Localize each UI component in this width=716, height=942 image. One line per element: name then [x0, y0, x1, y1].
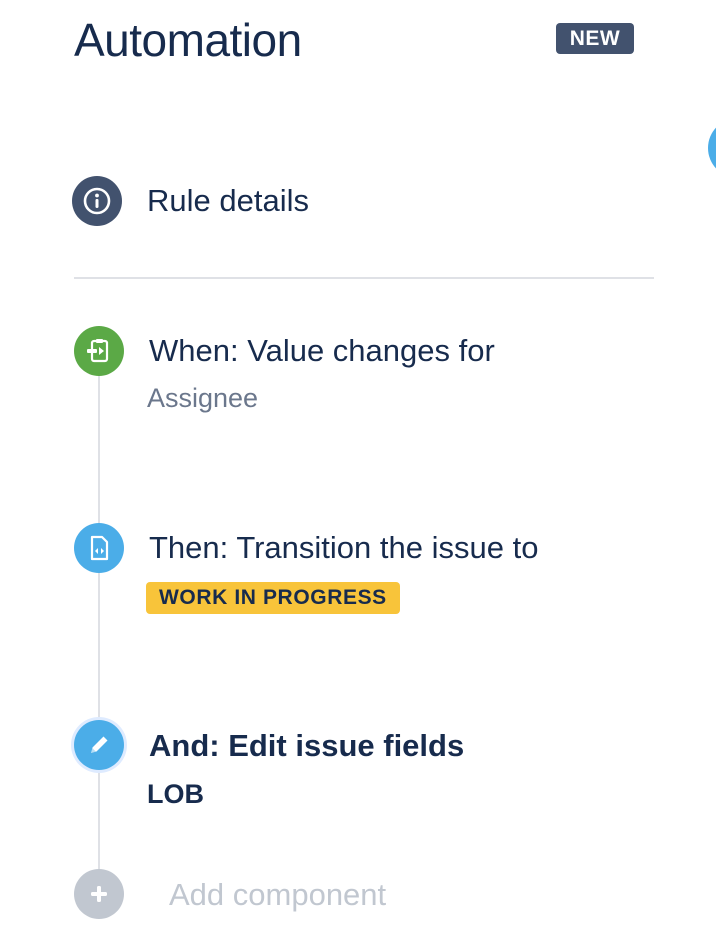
new-badge: NEW: [556, 23, 634, 54]
pencil-icon[interactable]: [74, 720, 124, 770]
status-lozenge: WORK IN PROGRESS: [146, 582, 400, 614]
add-component-button[interactable]: Add component: [169, 875, 386, 915]
rule-details-link[interactable]: Rule details: [147, 181, 309, 221]
trigger-step-title[interactable]: When: Value changes for: [149, 331, 495, 371]
trigger-icon[interactable]: [74, 326, 124, 376]
automation-panel: Automation NEW Rule details When: Value …: [0, 0, 716, 942]
plus-icon[interactable]: [74, 869, 124, 919]
edit-fields-step-title[interactable]: And: Edit issue fields: [149, 726, 464, 766]
page-title: Automation: [74, 14, 302, 66]
info-icon[interactable]: [72, 176, 122, 226]
transition-icon[interactable]: [74, 523, 124, 573]
timeline-connector: [98, 330, 100, 890]
trigger-step-field: Assignee: [147, 383, 259, 413]
transition-step-title[interactable]: Then: Transition the issue to: [149, 528, 538, 568]
partial-circle-icon: [708, 118, 716, 178]
divider: [74, 277, 654, 279]
edit-fields-step-field: LOB: [147, 779, 204, 809]
